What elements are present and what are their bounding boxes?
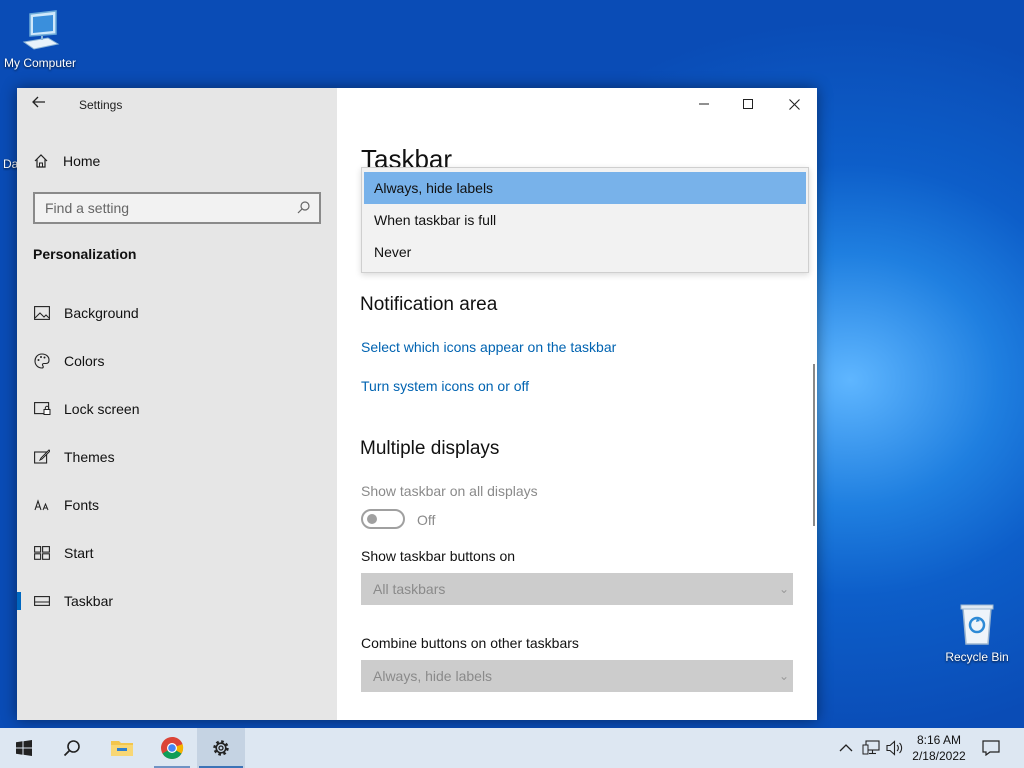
dropdown-options-list: Always, hide labels When taskbar is full… <box>361 167 809 273</box>
buttons-on-select[interactable]: All taskbars ⌄ <box>361 573 793 605</box>
settings-content: Taskbar Always, hide labels When taskbar… <box>337 88 817 720</box>
desktop-icon-my-computer[interactable]: My Computer <box>2 8 78 70</box>
sidebar-item-label: Background <box>64 305 139 321</box>
search-icon <box>63 740 80 757</box>
sidebar-item-label: Lock screen <box>64 401 140 417</box>
search-button[interactable] <box>48 728 96 768</box>
sidebar-item-fonts[interactable]: Fonts <box>17 485 337 525</box>
start-icon <box>16 740 32 756</box>
section-heading: Personalization <box>33 246 137 262</box>
font-icon <box>33 496 51 514</box>
image-icon <box>33 304 51 322</box>
taskbar: 8:16 AM 2/18/2022 <box>0 728 1024 768</box>
window-title: Settings <box>79 98 123 112</box>
computer-icon <box>22 10 60 50</box>
taskbar-clock[interactable]: 8:16 AM 2/18/2022 <box>906 732 972 764</box>
chevron-up-icon <box>839 744 853 752</box>
combine-buttons-select[interactable]: Always, hide labels ⌄ <box>361 660 793 692</box>
chrome-button[interactable] <box>148 728 196 768</box>
home-label: Home <box>63 153 101 169</box>
recycle-bin-icon <box>960 604 994 645</box>
toggle-state-text: Off <box>417 512 436 528</box>
chevron-down-icon: ⌄ <box>778 582 789 596</box>
palette-icon <box>33 352 51 370</box>
notification-icon <box>982 740 1000 756</box>
settings-sidebar: Settings Home Personalization Background <box>17 88 337 720</box>
home-nav-item[interactable]: Home <box>33 150 100 172</box>
show-all-displays-toggle[interactable] <box>361 509 405 529</box>
sidebar-item-lock-screen[interactable]: Lock screen <box>17 389 337 429</box>
file-explorer-button[interactable] <box>98 728 146 768</box>
search-box[interactable] <box>33 192 321 224</box>
sidebar-item-label: Fonts <box>64 497 100 513</box>
selection-indicator <box>17 592 21 610</box>
desktop-icon-label: My Computer <box>3 56 77 70</box>
dropdown-option[interactable]: Always, hide labels <box>364 172 806 204</box>
clock-date: 2/18/2022 <box>912 749 966 763</box>
search-icon[interactable] <box>297 200 311 219</box>
taskbar-icon <box>33 592 51 610</box>
show-hidden-icons-button[interactable] <box>836 738 856 758</box>
chrome-icon <box>161 736 184 759</box>
maximize-button[interactable] <box>725 88 771 120</box>
notification-area-heading: Notification area <box>360 294 498 315</box>
start-button[interactable] <box>0 728 48 768</box>
minimize-icon <box>699 103 709 105</box>
sidebar-item-label: Colors <box>64 353 105 369</box>
close-button[interactable] <box>771 88 817 120</box>
sidebar-item-colors[interactable]: Colors <box>17 341 337 381</box>
system-icons-link[interactable]: Turn system icons on or off <box>361 378 529 394</box>
file-explorer-icon <box>111 741 133 756</box>
settings-button[interactable] <box>197 728 245 768</box>
volume-icon <box>886 740 903 756</box>
scrollbar[interactable] <box>813 364 815 526</box>
desktop-icon-recycle-bin[interactable]: Recycle Bin <box>942 602 1012 664</box>
maximize-icon <box>743 99 753 109</box>
home-icon <box>33 153 51 169</box>
sidebar-item-label: Themes <box>64 449 115 465</box>
dropdown-option[interactable]: When taskbar is full <box>364 204 806 236</box>
network-icon <box>862 740 880 755</box>
settings-icon <box>213 740 229 756</box>
brush-icon <box>33 448 51 466</box>
sidebar-item-label: Taskbar <box>64 593 114 609</box>
sidebar-item-taskbar[interactable]: Taskbar <box>17 581 337 621</box>
close-icon <box>788 98 800 110</box>
volume-button[interactable] <box>885 738 905 758</box>
select-icons-link[interactable]: Select which icons appear on the taskbar <box>361 339 616 355</box>
combine-buttons-label: Combine buttons on other taskbars <box>361 635 579 651</box>
show-all-displays-label: Show taskbar on all displays <box>361 483 538 499</box>
buttons-on-label: Show taskbar buttons on <box>361 548 516 564</box>
lock-screen-icon <box>33 400 51 418</box>
multiple-displays-heading: Multiple displays <box>360 438 500 459</box>
combine-buttons-value: Always, hide labels <box>373 668 493 684</box>
sidebar-item-label: Start <box>64 545 94 561</box>
minimize-button[interactable] <box>681 88 727 120</box>
sidebar-item-background[interactable]: Background <box>17 293 337 333</box>
sidebar-item-start[interactable]: Start <box>17 533 337 573</box>
back-arrow-icon <box>32 96 45 108</box>
network-button[interactable] <box>861 738 881 758</box>
action-center-button[interactable] <box>981 738 1001 758</box>
buttons-on-value: All taskbars <box>373 581 446 597</box>
sidebar-item-themes[interactable]: Themes <box>17 437 337 477</box>
toggle-knob <box>367 514 377 524</box>
desktop-icon-partial-label: Dat <box>3 157 17 171</box>
chevron-down-icon: ⌄ <box>778 669 789 683</box>
clock-time: 8:16 AM <box>916 733 962 747</box>
desktop-icon-label: Recycle Bin <box>945 650 1009 664</box>
start-grid-icon <box>33 544 51 562</box>
settings-window: Settings Home Personalization Background <box>17 88 817 720</box>
back-button[interactable] <box>31 94 53 116</box>
dropdown-option[interactable]: Never <box>364 236 806 268</box>
search-input[interactable] <box>35 194 285 222</box>
